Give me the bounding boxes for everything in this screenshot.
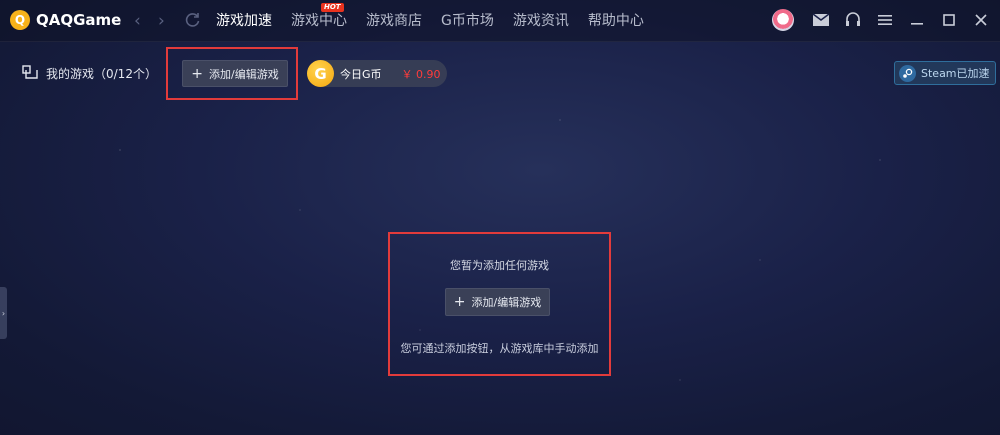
empty-state-title: 您暂为添加任何游戏 <box>450 259 549 272</box>
gcoin-label: 今日G币 <box>340 67 382 81</box>
sidebar-expand-handle[interactable]: › <box>0 287 7 339</box>
forward-arrow-icon[interactable]: › <box>158 11 165 31</box>
logo-icon: Q <box>10 10 30 30</box>
minimize-icon[interactable] <box>908 11 926 29</box>
close-icon[interactable] <box>972 11 990 29</box>
empty-state-add-button[interactable]: + 添加/编辑游戏 <box>445 288 550 316</box>
tab-gcoin-market[interactable]: G币市场 <box>441 0 494 42</box>
my-games-header: 我的游戏（0/12个） <box>22 64 157 83</box>
avatar[interactable] <box>772 9 794 31</box>
plus-icon: + <box>453 294 466 310</box>
steam-icon <box>899 64 916 82</box>
tab-help-center[interactable]: 帮助中心 <box>588 0 644 42</box>
main-nav-tabs: 游戏加速 游戏中心 HOT 游戏商店 G币市场 游戏资讯 帮助中心 <box>216 0 663 42</box>
gcoin-icon: G <box>307 60 334 87</box>
tab-game-store[interactable]: 游戏商店 <box>366 0 422 42</box>
steam-accelerated-button[interactable]: Steam已加速 <box>894 61 996 85</box>
my-games-count: 我的游戏（0/12个） <box>46 67 157 81</box>
highlight-frame-toolbar <box>166 47 298 100</box>
mail-icon[interactable] <box>812 11 830 29</box>
headset-icon[interactable] <box>844 11 862 29</box>
tab-game-center[interactable]: 游戏中心 HOT <box>291 0 347 42</box>
tab-game-news[interactable]: 游戏资讯 <box>513 0 569 42</box>
app-name: QAQGame <box>36 11 122 29</box>
hot-badge: HOT <box>321 3 344 12</box>
empty-state-hint: 您可通过添加按钮，从游戏库中手动添加 <box>400 342 599 355</box>
title-bar: Q QAQGame ‹ › 游戏加速 游戏中心 HOT 游戏商店 G币市场 游戏… <box>0 0 1000 42</box>
gcoin-value: ￥ 0.90 <box>401 67 441 81</box>
daily-gcoin[interactable]: G 今日G币 ￥ 0.90 <box>307 60 447 87</box>
chevron-right-icon: › <box>1 308 6 318</box>
maximize-icon[interactable] <box>940 11 958 29</box>
app-logo[interactable]: Q QAQGame <box>10 10 121 30</box>
window-controls <box>772 9 990 31</box>
tab-game-boost[interactable]: 游戏加速 <box>216 0 272 42</box>
refresh-icon[interactable] <box>184 11 201 32</box>
my-games-icon <box>22 64 38 83</box>
menu-icon[interactable] <box>876 11 894 29</box>
back-arrow-icon[interactable]: ‹ <box>134 11 141 31</box>
